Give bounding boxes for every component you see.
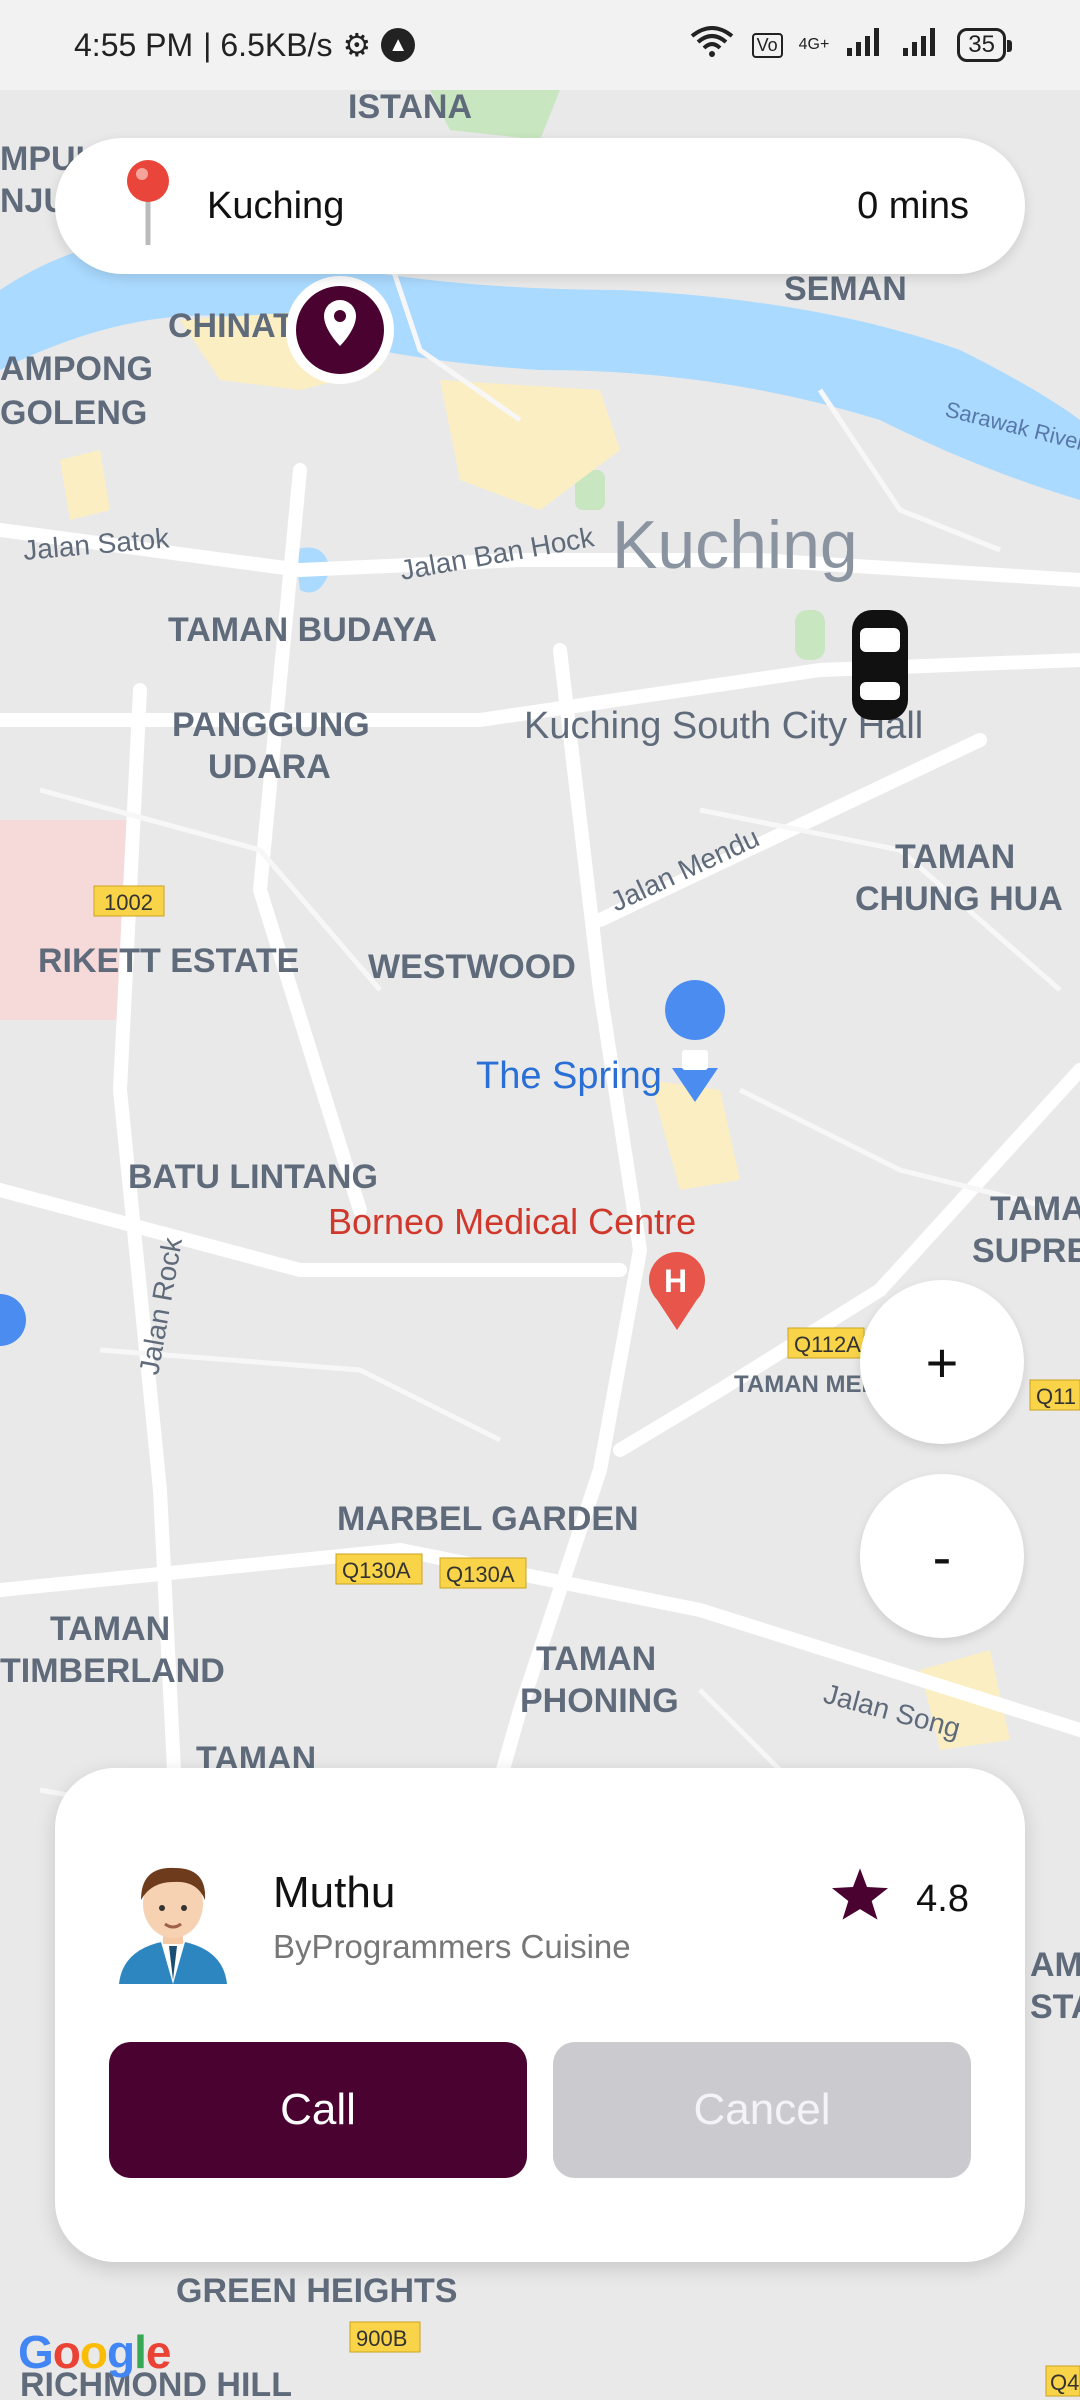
driver-company: ByProgrammers Cuisine — [273, 1928, 631, 1965]
map-label-am-star-2: STA — [1030, 1988, 1080, 2026]
road-shield-900b: 900B — [356, 2326, 407, 2351]
zoom-out-button[interactable]: - — [860, 1474, 1024, 1638]
map-label-panggung-1: PANGGUNG — [172, 706, 370, 744]
road-shield-q112a: Q112A — [794, 1332, 861, 1357]
location-label: Kuching — [207, 184, 345, 227]
road-shield-q11: Q11 — [1036, 1384, 1076, 1409]
svg-text:H: H — [664, 1263, 687, 1299]
hospital-area — [0, 820, 130, 1020]
road-shield-1002: 1002 — [104, 890, 153, 915]
map-label-chung-hua-2: CHUNG HUA — [855, 880, 1063, 918]
map-label-the-spring: The Spring — [476, 1055, 662, 1097]
map-label-kuching-city: Kuching — [612, 507, 858, 583]
volte-icon: Vo — [751, 32, 783, 58]
map-label-tama-supre-2: SUPRE — [972, 1232, 1080, 1270]
map-label-taman-mel: TAMAN MEL — [734, 1371, 876, 1398]
location-search-bar[interactable]: Kuching 0 mins — [55, 138, 1025, 274]
map-label-rikett: RIKETT ESTATE — [38, 942, 299, 980]
park-area — [795, 610, 825, 660]
map-label-kampong-goleng-1: AMPONG — [0, 350, 153, 388]
map-label-phoning-1: TAMAN — [536, 1640, 656, 1678]
map-label-marbel: MARBEL GARDEN — [337, 1500, 639, 1538]
map-label-phoning-2: PHONING — [520, 1682, 679, 1720]
map-label-kampong-goleng-2: GOLENG — [0, 394, 147, 432]
map-label-green-heights: GREEN HEIGHTS — [176, 2272, 457, 2310]
status-left: 4:55 PM | 6.5KB/s ⚙ ▲ — [74, 26, 416, 64]
map-label-taman-budaya: TAMAN BUDAYA — [168, 611, 437, 649]
signal-icon-2 — [901, 26, 941, 64]
map-label-tama-supre-1: TAMA — [990, 1190, 1080, 1228]
driver-name: Muthu — [273, 1868, 396, 1917]
driver-avatar — [117, 1860, 229, 1984]
map-label-timberland-1: TAMAN — [50, 1610, 170, 1648]
rating-value: 4.8 — [916, 1877, 969, 1920]
road-shield-q130a-1: Q130A — [342, 1558, 411, 1583]
destination-pin-icon[interactable] — [286, 276, 394, 384]
status-right: Vo 4G+ 35 — [688, 24, 1012, 66]
wifi-icon — [688, 24, 736, 66]
google-logo: Google — [18, 2326, 171, 2378]
map-label-chinatown: CHINAT — [168, 307, 294, 345]
map-label-westwood: WESTWOOD — [368, 948, 576, 986]
gear-icon: ⚙ — [342, 27, 372, 63]
map-label-seman: SEMAN — [784, 270, 907, 308]
call-button[interactable]: Call — [109, 2042, 527, 2178]
network-type: 4G+ — [798, 36, 830, 53]
zoom-in-button[interactable]: + — [860, 1280, 1024, 1444]
battery-indicator: 35 — [957, 28, 1012, 62]
map-label-panggung-2: UDARA — [208, 748, 331, 786]
location-pin-icon — [125, 159, 171, 254]
map-label-istana: ISTANA — [348, 90, 472, 126]
road-shield-q4: Q4 — [1050, 2370, 1079, 2395]
map-label-am-star-1: AM — [1030, 1946, 1080, 1984]
road-shield-q130a-2: Q130A — [446, 1562, 515, 1587]
status-bar: 4:55 PM | 6.5KB/s ⚙ ▲ Vo 4G+ 35 — [0, 0, 1080, 90]
map-label-chung-hua-1: TAMAN — [895, 838, 1015, 876]
cancel-button[interactable]: Cancel — [553, 2042, 971, 2178]
map-label-borneo-medical: Borneo Medical Centre — [328, 1201, 696, 1242]
status-time: 4:55 PM — [74, 26, 194, 63]
star-icon — [832, 1868, 889, 1930]
nav-arrow-icon: ▲ — [381, 28, 416, 62]
driver-rating: 4.8 — [832, 1868, 969, 1930]
driver-card: Muthu ByProgrammers Cuisine 4.8 Call Can… — [55, 1768, 1025, 2262]
car-icon[interactable] — [852, 610, 908, 720]
signal-icon — [845, 26, 885, 64]
map-label-batu-lintang: BATU LINTANG — [128, 1158, 378, 1196]
map-label-timberland-2: TIMBERLAND — [0, 1652, 225, 1690]
status-speed: | 6.5KB/s — [203, 26, 333, 63]
eta-label: 0 mins — [857, 184, 969, 227]
